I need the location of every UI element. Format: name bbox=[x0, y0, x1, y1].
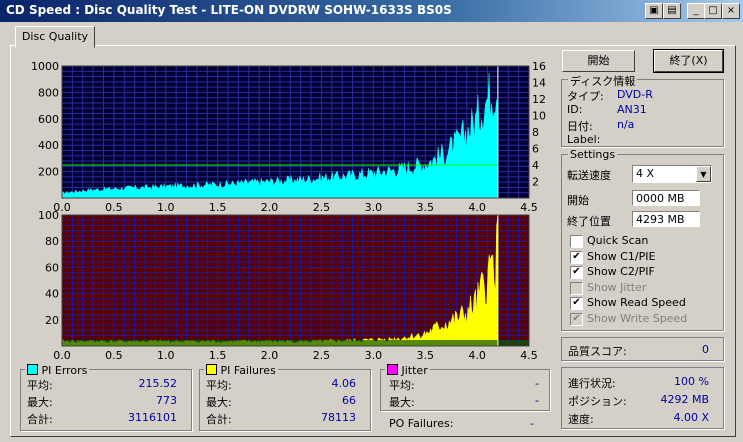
jitter-group: Jitter 平均: - 最大: - bbox=[380, 363, 550, 411]
pi-errors-group: PI Errors 平均: 215.52 最大: 773 合計: 3116101 bbox=[20, 363, 192, 431]
option-label: Quick Scan bbox=[587, 234, 649, 247]
pi-failures-total: 78113 bbox=[321, 411, 356, 424]
position-label: ポジション: bbox=[568, 395, 627, 408]
jitter-color-icon bbox=[387, 364, 398, 375]
stop-button[interactable]: 終了(X) bbox=[653, 49, 724, 73]
progress-label: 進行状況: bbox=[568, 377, 616, 390]
pi-errors-total-label: 合計: bbox=[27, 413, 53, 426]
pi-failures-title-wrap: PI Failures bbox=[204, 363, 278, 377]
pi-failures-max-label: 最大: bbox=[206, 396, 232, 409]
pi-failures-avg-label: 平均: bbox=[206, 379, 232, 392]
pi-errors-max: 773 bbox=[156, 394, 177, 407]
date-label: 日付: bbox=[567, 120, 593, 133]
maximize-button[interactable]: □ bbox=[704, 3, 722, 19]
pi-errors-avg-label: 平均: bbox=[27, 379, 53, 392]
app-icon2-button[interactable]: ▤ bbox=[663, 3, 681, 19]
minimize-button[interactable]: _ bbox=[687, 3, 705, 19]
close-button[interactable]: × bbox=[722, 3, 740, 19]
jitter-max-label: 最大: bbox=[389, 396, 415, 409]
start-button[interactable]: 開始 bbox=[562, 50, 635, 72]
option-checkbox[interactable]: ✔ bbox=[570, 297, 583, 310]
speed-label: 転送速度 bbox=[567, 169, 611, 182]
jitter-avg: - bbox=[535, 377, 539, 390]
pi-errors-title: PI Errors bbox=[41, 364, 88, 377]
cur-speed-value: 4.00 X bbox=[673, 411, 709, 424]
po-failures-value: - bbox=[530, 417, 534, 430]
settings-label: Settings bbox=[568, 148, 618, 161]
pi-failures-avg: 4.06 bbox=[331, 377, 357, 390]
title-bar: CD Speed : Disc Quality Test - LITE-ON D… bbox=[0, 0, 743, 22]
option-label: Show Write Speed bbox=[587, 311, 688, 325]
date-value: n/a bbox=[617, 118, 635, 131]
progress-group: 進行状況: 100 % ポジション: 4292 MB 速度: 4.00 X bbox=[561, 367, 724, 429]
end-pos-input[interactable]: 4293 MB bbox=[632, 211, 700, 227]
settings-group: Settings 転送速度 4 X ▼ 開始 0000 MB 終了位置 4293… bbox=[561, 148, 724, 331]
jitter-max: - bbox=[535, 394, 539, 407]
quality-score-group: 品質スコア: 0 bbox=[561, 337, 724, 361]
option-label: Show C2/PIF bbox=[587, 265, 655, 278]
option-label: Show C1/PIE bbox=[587, 249, 656, 263]
jitter-title-wrap: Jitter bbox=[385, 363, 430, 377]
option-checkbox[interactable]: ✔ bbox=[570, 266, 583, 279]
option-label: Show Jitter bbox=[587, 280, 647, 294]
pi-errors-title-wrap: PI Errors bbox=[25, 363, 90, 377]
quality-score-value: 0 bbox=[702, 343, 709, 356]
po-failures-label: PO Failures: bbox=[389, 417, 454, 430]
tab-disc-quality[interactable]: Disc Quality bbox=[15, 26, 95, 48]
speed-select-value: 4 X bbox=[636, 167, 655, 180]
pi-failures-title: PI Failures bbox=[220, 364, 276, 377]
type-label: タイプ: bbox=[567, 90, 604, 103]
id-value: AN31 bbox=[617, 103, 647, 116]
pi-errors-total: 3116101 bbox=[128, 411, 177, 424]
chevron-down-icon[interactable]: ▼ bbox=[696, 166, 711, 182]
option-checkbox[interactable]: ✔ bbox=[570, 250, 583, 264]
end-pos-label: 終了位置 bbox=[567, 215, 611, 228]
option-checkbox[interactable] bbox=[570, 235, 583, 248]
disc-info-label: ディスク情報 bbox=[568, 73, 638, 89]
type-value: DVD-R bbox=[617, 88, 653, 101]
start-pos-input[interactable]: 0000 MB bbox=[632, 190, 700, 206]
option-checkbox bbox=[570, 281, 583, 295]
jitter-avg-label: 平均: bbox=[389, 379, 415, 392]
pi-failures-max: 66 bbox=[342, 394, 356, 407]
app-icon-button[interactable]: ▣ bbox=[645, 3, 663, 19]
start-pos-label: 開始 bbox=[567, 194, 589, 207]
pi-errors-max-label: 最大: bbox=[27, 396, 53, 409]
progress-value: 100 % bbox=[674, 375, 709, 388]
pi-errors-avg: 215.52 bbox=[138, 377, 178, 390]
option-checkbox: ✔ bbox=[570, 312, 583, 326]
speed-select[interactable]: 4 X ▼ bbox=[632, 165, 712, 183]
disc-info-group: ディスク情報 タイプ: DVD-R ID: AN31 日付: n/a Label… bbox=[561, 73, 724, 147]
option-label: Show Read Speed bbox=[587, 296, 686, 309]
window-title: CD Speed : Disc Quality Test - LITE-ON D… bbox=[6, 3, 452, 17]
pi-failures-group: PI Failures 平均: 4.06 最大: 66 合計: 78113 bbox=[199, 363, 371, 431]
position-value: 4292 MB bbox=[660, 393, 709, 406]
id-label: ID: bbox=[567, 103, 583, 116]
quality-score-label: 品質スコア: bbox=[568, 345, 627, 358]
disc-label-label: Label: bbox=[567, 133, 601, 146]
pi-failures-total-label: 合計: bbox=[206, 413, 232, 426]
pi-errors-color-icon bbox=[27, 364, 38, 375]
cur-speed-label: 速度: bbox=[568, 413, 594, 426]
pi-failures-color-icon bbox=[206, 364, 217, 375]
jitter-title: Jitter bbox=[401, 364, 428, 377]
